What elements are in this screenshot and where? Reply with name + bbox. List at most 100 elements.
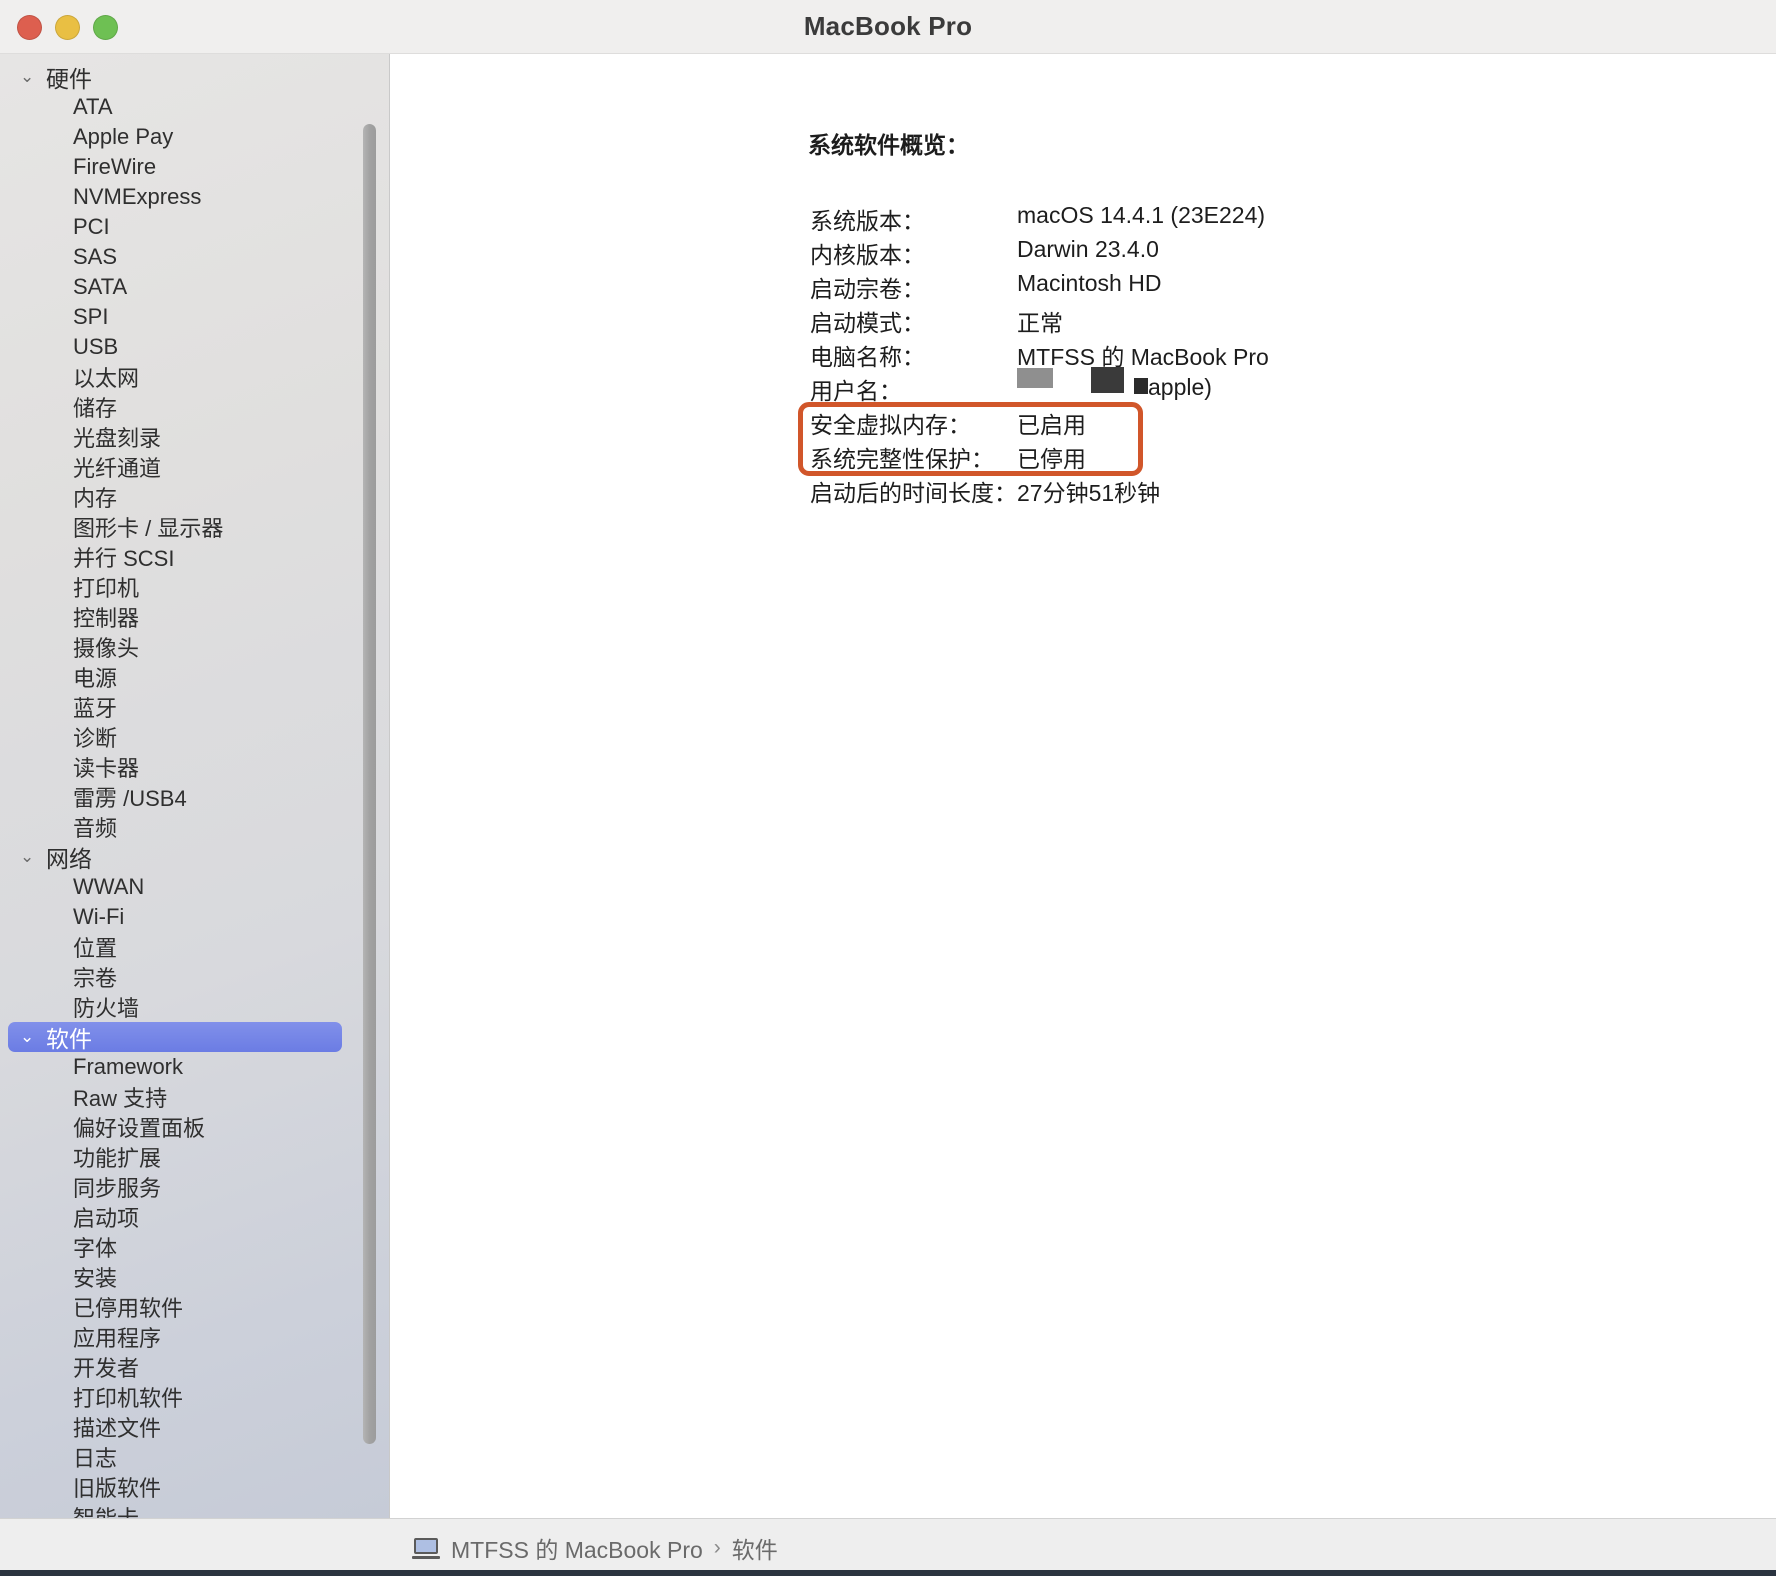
sidebar-item[interactable]: 功能扩展 [0, 1142, 390, 1172]
info-row-label: 启动宗卷： [810, 276, 925, 302]
sidebar-item[interactable]: 日志 [0, 1442, 390, 1472]
sidebar-item[interactable]: 防火墙 [0, 992, 390, 1022]
info-row-label: 启动模式： [810, 310, 925, 336]
minimize-button-icon[interactable] [55, 15, 80, 40]
sidebar-item-label: SAS [73, 244, 118, 269]
sidebar-item[interactable]: USB [0, 332, 390, 362]
window-body: ⌄ 硬件 ATA Apple Pay FireWire NVMExpress PCI SAS S… [0, 54, 1776, 1518]
sidebar-item[interactable]: 安装 [0, 1262, 390, 1292]
sidebar-item[interactable]: 读卡器 [0, 752, 390, 782]
sidebar-group-2[interactable]: ⌄ 软件 [8, 1022, 342, 1052]
sidebar-item[interactable]: 开发者 [0, 1352, 390, 1382]
sidebar-item[interactable]: Wi-Fi [0, 902, 390, 932]
info-row-label: 用户名： [810, 378, 902, 404]
sidebar-item[interactable]: 旧版软件 [0, 1472, 390, 1502]
breadcrumb-separator-icon: › [713, 1535, 721, 1559]
sidebar-item[interactable]: 打印机软件 [0, 1382, 390, 1412]
sidebar-item-label: Framework [73, 1054, 184, 1079]
sidebar-item[interactable]: 智能卡 [0, 1502, 390, 1518]
sidebar-group-0[interactable]: ⌄ 硬件 [0, 62, 390, 92]
sidebar-item[interactable]: 诊断 [0, 722, 390, 752]
sidebar-item-label: 摄像头 [73, 636, 140, 661]
sidebar-item[interactable]: SPI [0, 302, 390, 332]
chevron-down-icon[interactable]: ⌄ [20, 1028, 46, 1045]
sidebar-item[interactable]: 摄像头 [0, 632, 390, 662]
sidebar-item[interactable]: ATA [0, 92, 390, 122]
sidebar-item-label: 启动项 [73, 1206, 140, 1231]
sidebar-item[interactable]: 启动项 [0, 1202, 390, 1232]
sidebar-item[interactable]: 打印机 [0, 572, 390, 602]
sidebar-item-label: ATA [73, 94, 113, 119]
sidebar-item-label: 描述文件 [73, 1416, 162, 1441]
sidebar-item[interactable]: 描述文件 [0, 1412, 390, 1442]
sidebar-item[interactable]: 图形卡 / 显示器 [0, 512, 390, 542]
sidebar-item[interactable]: 以太网 [0, 362, 390, 392]
system-information-window: MacBook Pro ⌄ 硬件 ATA Apple Pay FireWire NVMEx… [0, 0, 1776, 1576]
sidebar-item-label: 日志 [73, 1446, 118, 1471]
sidebar-scrollbar-thumb[interactable] [363, 124, 376, 1444]
redacted-username [1017, 367, 1148, 400]
sidebar-item[interactable]: 电源 [0, 662, 390, 692]
sidebar-item-label: 位置 [73, 936, 118, 961]
info-row: 电脑名称： MTFSS 的 MacBook Pro [810, 338, 1269, 372]
close-button-icon[interactable] [17, 15, 42, 40]
info-row: 系统完整性保护： 已停用 [810, 440, 1269, 474]
info-row: 内核版本： Darwin 23.4.0 [810, 236, 1269, 270]
sidebar-item-label: 电源 [73, 666, 118, 691]
sidebar-item-label: Raw 支持 [73, 1086, 168, 1111]
sidebar-item[interactable]: 宗卷 [0, 962, 390, 992]
zoom-button-icon[interactable] [93, 15, 118, 40]
sidebar-scrollbar[interactable] [363, 72, 376, 1464]
sidebar-item-label: 并行 SCSI [73, 546, 175, 571]
breadcrumb-device[interactable]: MTFSS 的 MacBook Pro [451, 1531, 703, 1565]
sidebar: ⌄ 硬件 ATA Apple Pay FireWire NVMExpress PCI SAS S… [0, 54, 390, 1518]
sidebar-item[interactable]: 音频 [0, 812, 390, 842]
chevron-down-icon[interactable]: ⌄ [20, 848, 46, 865]
sidebar-item-label: 已停用软件 [73, 1296, 184, 1321]
sidebar-item[interactable]: NVMExpress [0, 182, 390, 212]
sidebar-item-label: 打印机软件 [73, 1386, 184, 1411]
sidebar-item-label: 偏好设置面板 [73, 1116, 206, 1141]
sidebar-item-label: NVMExpress [73, 184, 202, 209]
sidebar-group-1[interactable]: ⌄ 网络 [0, 842, 390, 872]
sidebar-item[interactable]: WWAN [0, 872, 390, 902]
sidebar-item[interactable]: 并行 SCSI [0, 542, 390, 572]
sidebar-item[interactable]: 字体 [0, 1232, 390, 1262]
sidebar-item[interactable]: 控制器 [0, 602, 390, 632]
sidebar-item[interactable]: SATA [0, 272, 390, 302]
sidebar-item[interactable]: 偏好设置面板 [0, 1112, 390, 1142]
info-row: 启动宗卷： Macintosh HD [810, 270, 1269, 304]
sidebar-item[interactable]: 应用程序 [0, 1322, 390, 1352]
sidebar-item[interactable]: 已停用软件 [0, 1292, 390, 1322]
sidebar-item[interactable]: 蓝牙 [0, 692, 390, 722]
sidebar-item[interactable]: FireWire [0, 152, 390, 182]
sidebar-item[interactable]: 光盘刻录 [0, 422, 390, 452]
sidebar-item-label: 安装 [73, 1266, 118, 1291]
chevron-down-icon[interactable]: ⌄ [20, 68, 46, 85]
sidebar-item[interactable]: 位置 [0, 932, 390, 962]
sidebar-item[interactable]: Framework [0, 1052, 390, 1082]
sidebar-item-label: 旧版软件 [73, 1476, 162, 1501]
breadcrumb-section[interactable]: 软件 [732, 1531, 778, 1565]
traffic-light-group [17, 15, 118, 40]
sidebar-item[interactable]: PCI [0, 212, 390, 242]
sidebar-item-label: USB [73, 334, 119, 359]
sidebar-item-label: PCI [73, 214, 110, 239]
sidebar-item-label: 储存 [73, 396, 118, 421]
info-row-value-text: apple) [1148, 374, 1212, 400]
sidebar-item-label: 功能扩展 [73, 1146, 162, 1171]
sidebar-item[interactable]: 雷雳 /USB4 [0, 782, 390, 812]
sidebar-item-label: FireWire [73, 154, 157, 179]
sidebar-item-label: 音频 [73, 816, 118, 841]
info-row-value: apple) [1017, 367, 1269, 406]
info-row: 启动模式： 正常 [810, 304, 1269, 338]
sidebar-item[interactable]: 内存 [0, 482, 390, 512]
sidebar-item[interactable]: 同步服务 [0, 1172, 390, 1202]
sidebar-item[interactable]: 光纤通道 [0, 452, 390, 482]
sidebar-item-label: 宗卷 [73, 966, 118, 991]
sidebar-item[interactable]: 储存 [0, 392, 390, 422]
sidebar-item[interactable]: Raw 支持 [0, 1082, 390, 1112]
sidebar-list: ⌄ 硬件 ATA Apple Pay FireWire NVMExpress PCI SAS S… [0, 62, 390, 1518]
sidebar-item[interactable]: SAS [0, 242, 390, 272]
sidebar-item[interactable]: Apple Pay [0, 122, 390, 152]
